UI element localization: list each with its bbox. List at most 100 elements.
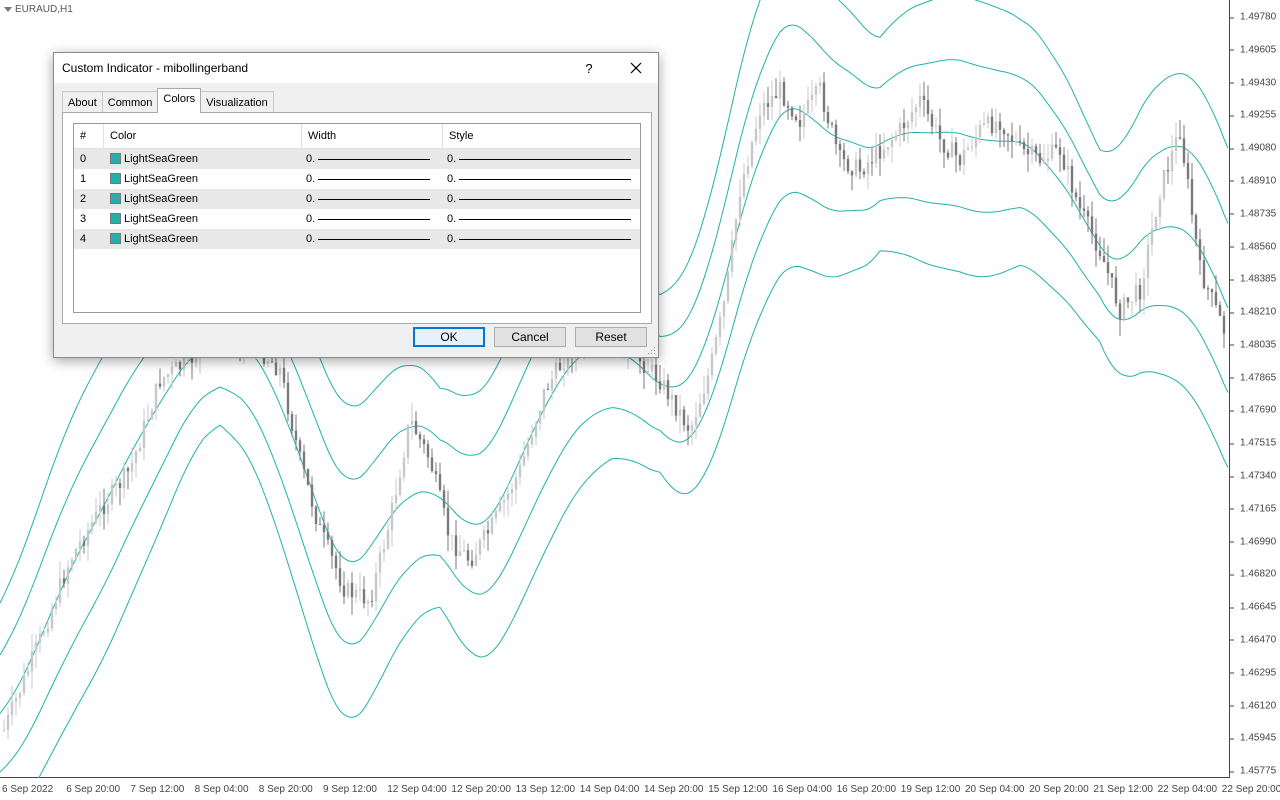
row-color-cell[interactable]: LightSeaGreen	[104, 149, 302, 169]
candle-body	[786, 105, 790, 108]
candle-body	[982, 123, 986, 125]
candle-body	[850, 171, 854, 176]
candle-body	[122, 468, 126, 488]
row-style-cell[interactable]: 0.	[443, 209, 640, 229]
table-row[interactable]: 2 LightSeaGreen 0. 0.	[74, 189, 640, 209]
row-width-cell[interactable]: 0.	[302, 209, 443, 229]
candle-body	[150, 410, 154, 420]
tab-about[interactable]: About	[62, 91, 103, 113]
candle-body	[118, 483, 122, 489]
time-tick-label: 19 Sep 12:00	[900, 784, 961, 795]
candle-body	[526, 444, 530, 457]
dialog-titlebar[interactable]: Custom Indicator - mibollingerband ?	[54, 53, 658, 83]
color-swatch[interactable]	[110, 213, 121, 224]
candle-body	[46, 628, 50, 633]
symbol-label[interactable]: EURAUD,H1	[4, 4, 73, 15]
candle-body	[846, 159, 850, 172]
cancel-button[interactable]: Cancel	[494, 327, 566, 347]
color-swatch[interactable]	[110, 233, 121, 244]
candle-body	[1138, 284, 1142, 300]
table-row[interactable]: 0 LightSeaGreen 0. 0.	[74, 149, 640, 169]
candle-body	[838, 144, 842, 151]
candle-body	[890, 139, 894, 148]
candle-body	[1202, 260, 1206, 289]
header-width[interactable]: Width	[302, 124, 443, 148]
candle-body	[690, 425, 694, 431]
candle-body	[1190, 178, 1194, 215]
row-style-cell[interactable]: 0.	[443, 169, 640, 189]
time-axis[interactable]: 6 Sep 2022 6 Sep 20:00 7 Sep 12:00 8 Sep 04…	[0, 778, 1280, 800]
row-width-cell[interactable]: 0.	[302, 189, 443, 209]
candle-body	[1002, 129, 1006, 135]
candle-body	[18, 693, 22, 699]
candle-body	[266, 361, 270, 364]
time-tick-label: 7 Sep 12:00	[130, 784, 185, 795]
candle-body	[418, 434, 422, 440]
candle-body	[30, 651, 34, 672]
candle-body	[1198, 239, 1202, 261]
candle-body	[98, 505, 102, 512]
row-color-cell[interactable]: LightSeaGreen	[104, 229, 302, 249]
header-style[interactable]: Style	[443, 124, 640, 148]
candle-body	[330, 539, 334, 556]
candle-body	[506, 493, 510, 501]
candle-body	[1110, 273, 1114, 278]
price-tick-label: 1.46120	[1229, 700, 1277, 711]
candle-body	[446, 507, 450, 536]
candle-body	[770, 95, 774, 107]
table-row[interactable]: 4 LightSeaGreen 0. 0.	[74, 229, 640, 249]
candle-body	[486, 530, 490, 534]
row-width-value: 0.	[306, 193, 316, 205]
color-swatch[interactable]	[110, 193, 121, 204]
tab-colors[interactable]: Colors	[157, 88, 202, 113]
row-color-cell[interactable]: LightSeaGreen	[104, 189, 302, 209]
candle-body	[334, 555, 338, 569]
row-style-value: 0.	[447, 173, 457, 185]
candle-body	[946, 152, 950, 158]
row-color-cell[interactable]: LightSeaGreen	[104, 169, 302, 189]
candle-body	[546, 388, 550, 390]
candle-body	[62, 578, 66, 584]
resize-grip-icon[interactable]	[648, 347, 656, 355]
candle-body	[82, 541, 86, 546]
row-style-cell[interactable]: 0.	[443, 229, 640, 249]
table-row[interactable]: 3 LightSeaGreen 0. 0.	[74, 209, 640, 229]
price-axis[interactable]: 1.49780 1.49605 1.49430 1.49255 1.49080 1.489…	[1229, 0, 1280, 777]
row-width-cell[interactable]: 0.	[302, 169, 443, 189]
price-tick-label: 1.49605	[1229, 44, 1277, 56]
reset-button[interactable]: Reset	[575, 327, 647, 347]
row-width-cell[interactable]: 0.	[302, 229, 443, 249]
row-style-cell[interactable]: 0.	[443, 189, 640, 209]
row-width-cell[interactable]: 0.	[302, 149, 443, 169]
candle-body	[670, 395, 674, 400]
candle-body	[1178, 137, 1182, 139]
color-swatch[interactable]	[110, 153, 121, 164]
dropdown-triangle-icon[interactable]	[4, 7, 12, 12]
close-button[interactable]	[618, 53, 654, 83]
candle-body	[482, 530, 486, 540]
help-button[interactable]: ?	[574, 53, 604, 83]
row-color-name: LightSeaGreen	[124, 153, 198, 165]
candle-body	[742, 174, 746, 197]
header-color[interactable]: Color	[104, 124, 302, 148]
table-row[interactable]: 1 LightSeaGreen 0. 0.	[74, 169, 640, 189]
candle-body	[714, 336, 718, 354]
candle-body	[918, 95, 922, 108]
tab-common[interactable]: Common	[101, 91, 159, 113]
ok-button[interactable]: OK	[413, 327, 485, 347]
row-color-name: LightSeaGreen	[124, 213, 198, 225]
row-index: 4	[80, 233, 87, 245]
header-index[interactable]: #	[74, 124, 104, 148]
candle-body	[642, 361, 646, 373]
row-style-cell[interactable]: 0.	[443, 149, 640, 169]
candle-body	[534, 423, 538, 438]
color-swatch[interactable]	[110, 173, 121, 184]
candle-body	[902, 122, 906, 129]
row-color-cell[interactable]: LightSeaGreen	[104, 209, 302, 229]
candle-body	[302, 451, 306, 469]
style-line-sample	[459, 159, 631, 160]
candle-body	[778, 81, 782, 99]
price-tick-label: 1.46295	[1229, 667, 1277, 679]
colors-table: # Color Width Style 0 LightSeaGreen 0. 0. 1 L…	[73, 123, 641, 313]
tab-visualization[interactable]: Visualization	[200, 91, 274, 113]
